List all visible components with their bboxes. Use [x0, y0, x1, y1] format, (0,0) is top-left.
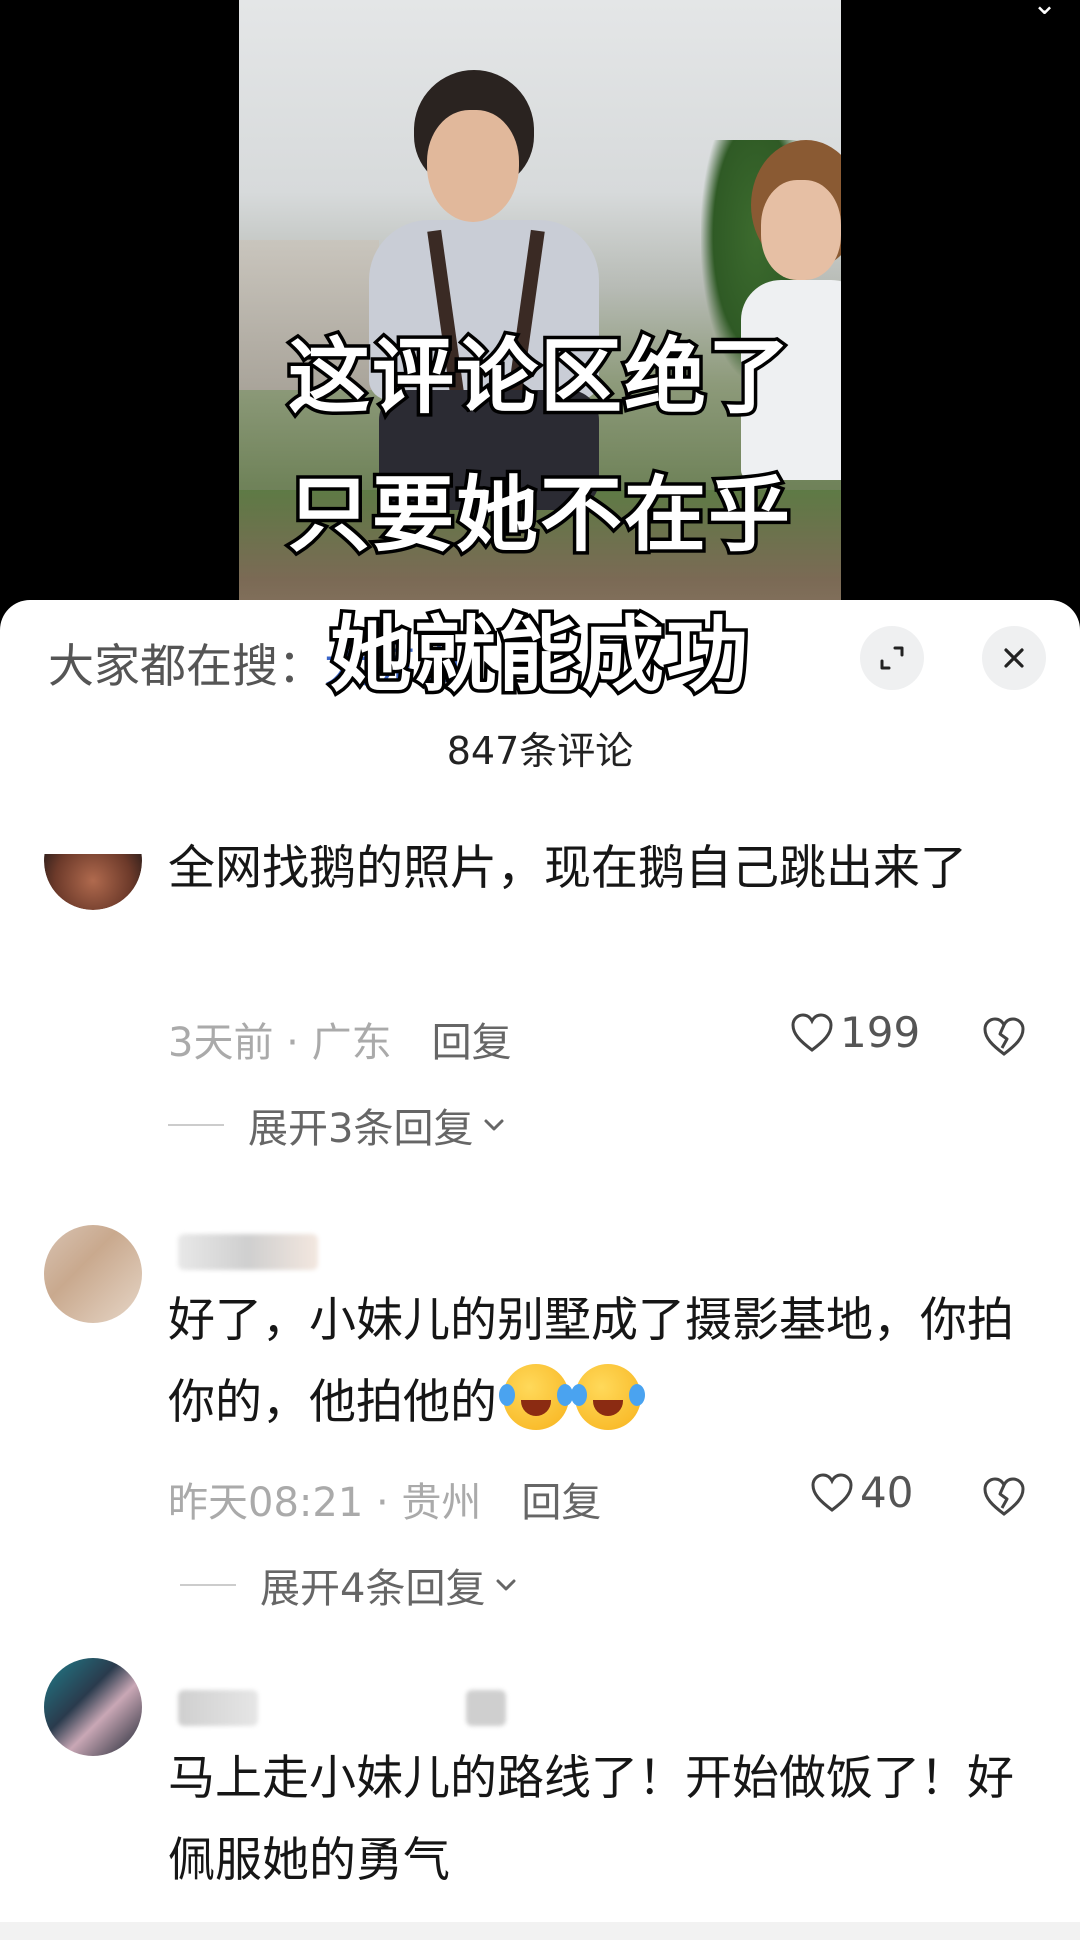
video-caption-line: 只要她不在乎: [284, 465, 793, 567]
video-person-left: [369, 70, 599, 510]
chevron-down-icon: [496, 1579, 516, 1591]
tear-shape: [629, 1384, 645, 1406]
comment-text: 好了，小妹儿的别墅成了摄影基地，你拍你的，他拍他的: [168, 1280, 1028, 1444]
avatar[interactable]: [44, 1225, 142, 1323]
comment-text: 全网找鹅的照片，现在鹅自己跳出来了: [168, 841, 967, 896]
avatar[interactable]: [44, 854, 142, 910]
broken-heart-icon[interactable]: [982, 1474, 1026, 1518]
person-face: [427, 110, 519, 222]
comment-meta: 昨天08:21 · 贵州 回复: [168, 1470, 601, 1528]
like-button[interactable]: 199: [790, 1008, 920, 1057]
avatar[interactable]: [44, 1658, 142, 1756]
comment-time-location: 昨天08:21 · 贵州: [168, 1480, 482, 1526]
username-blurred[interactable]: [178, 1690, 258, 1726]
divider: [168, 1124, 224, 1126]
divider: [180, 1584, 236, 1586]
comment-count: 847条评论: [446, 729, 634, 773]
username-blurred[interactable]: [178, 1234, 318, 1270]
tear-shape: [499, 1384, 515, 1406]
screen: ⌄ 这评论区绝了 只要她不在乎 她就能成功 大家都在搜：大凉山 847条评论 全…: [0, 0, 1080, 1940]
more-icon[interactable]: ⌄: [1032, 0, 1062, 20]
person-face: [761, 180, 841, 280]
laughing-crying-emoji-icon: [499, 1364, 573, 1430]
expand-replies-label: 展开3条回复: [248, 1106, 474, 1152]
username-blurred[interactable]: [466, 1690, 506, 1726]
reply-button[interactable]: 回复: [432, 1020, 512, 1066]
heart-icon: [811, 1472, 853, 1512]
heart-icon: [791, 1012, 833, 1052]
like-button[interactable]: 40: [810, 1468, 913, 1517]
tear-shape: [571, 1384, 587, 1406]
bottom-divider: [0, 1922, 1080, 1940]
laughing-crying-emoji-icon: [571, 1364, 645, 1430]
expand-replies-button[interactable]: 展开4条回复: [180, 1556, 521, 1614]
comment-text: 马上走小妹儿的路线了！开始做饭了！好佩服她的勇气: [168, 1751, 1014, 1888]
like-count: 40: [860, 1468, 914, 1517]
video-caption-line: 这评论区绝了: [284, 327, 793, 429]
comments-sheet: 大家都在搜：大凉山 847条评论 全网找鹅的照片，现在鹅自己跳出来了 3天前 ·…: [0, 600, 1080, 1940]
comment-time-location: 3天前 · 广东: [168, 1020, 392, 1066]
comment-meta: 3天前 · 广东 回复: [168, 1010, 512, 1068]
broken-heart-icon[interactable]: [982, 1014, 1026, 1058]
like-count: 199: [840, 1008, 921, 1057]
reply-button[interactable]: 回复: [521, 1480, 601, 1526]
chevron-down-icon: [484, 1119, 504, 1131]
expand-replies-label: 展开4条回复: [260, 1566, 486, 1612]
video-caption-line: 她就能成功: [326, 605, 751, 707]
expand-replies-button[interactable]: 展开3条回复: [168, 1096, 509, 1154]
